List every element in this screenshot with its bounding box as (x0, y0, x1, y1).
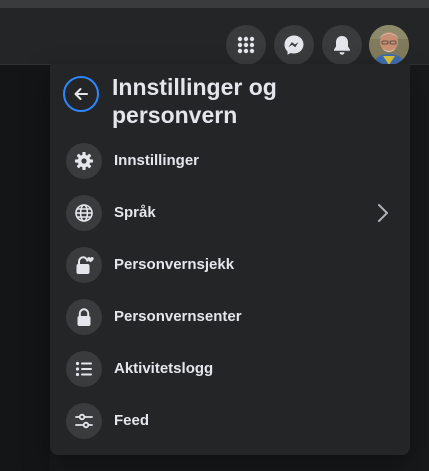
menu-item-label: Aktivitetslogg (114, 360, 214, 377)
panel-title: Innstillinger og personvern (112, 74, 277, 128)
menu-item-activity-log[interactable]: Aktivitetslogg (58, 345, 402, 393)
menu-item-label: Innstillinger (114, 152, 200, 169)
menu-item-feed[interactable]: Feed (58, 397, 402, 445)
messenger-button[interactable] (274, 25, 314, 65)
list-icon (75, 361, 92, 377)
top-navigation-bar (0, 8, 429, 65)
messenger-icon (284, 35, 304, 55)
menu-item-privacy-checkup[interactable]: Personvernsjekk (58, 241, 402, 289)
menu-item-privacy-center[interactable]: Personvernsenter (58, 293, 402, 341)
menu-item-settings[interactable]: Innstillinger (58, 137, 402, 185)
arrow-left-icon (74, 88, 88, 100)
settings-privacy-panel: Innstillinger og personvern Innstillinge… (50, 64, 410, 455)
gear-icon (75, 152, 93, 170)
menu-item-language[interactable]: Språk (58, 189, 402, 237)
page: Innstillinger og personvern Innstillinge… (0, 0, 429, 471)
profile-avatar[interactable] (369, 25, 409, 65)
notifications-button[interactable] (322, 25, 362, 65)
sliders-icon (75, 413, 93, 429)
menu-item-label: Personvernsjekk (114, 256, 235, 273)
menu-item-icon-container (66, 143, 102, 179)
menu-grid-button[interactable] (226, 25, 266, 65)
menu-item-icon-container (66, 299, 102, 335)
menu-item-icon-container (66, 195, 102, 231)
menu-item-icon-container (66, 351, 102, 387)
menu-item-icon-container (66, 247, 102, 283)
window-top-strip (0, 0, 429, 8)
page-background-left (0, 65, 50, 471)
globe-icon (75, 204, 93, 222)
back-button[interactable] (63, 76, 99, 112)
menu-item-icon-container (66, 403, 102, 439)
menu-item-label: Språk (114, 204, 156, 221)
notifications-bell-icon (334, 36, 350, 55)
lock-icon (77, 308, 91, 326)
profile-photo (369, 25, 409, 65)
menu-item-label: Personvernsenter (114, 308, 242, 325)
lock-heart-icon (76, 256, 94, 274)
menu-grid-icon (237, 36, 255, 54)
menu-item-label: Feed (114, 412, 150, 429)
chevron-right-icon (378, 204, 388, 222)
